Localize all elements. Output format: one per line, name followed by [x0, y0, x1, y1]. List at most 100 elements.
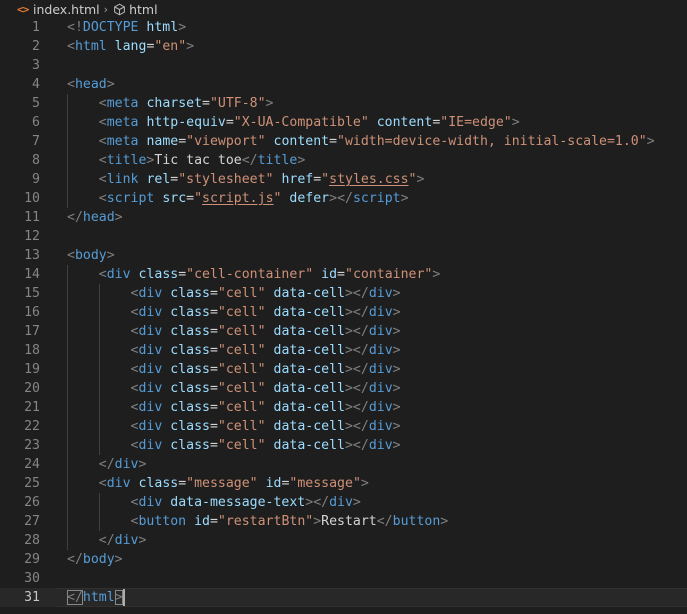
code-text[interactable]: <script src="script.js" defer></script> — [67, 189, 409, 208]
code-token: > — [114, 210, 123, 225]
code-text[interactable]: <meta charset="UTF-8"> — [67, 94, 274, 113]
code-text[interactable]: <div class="cell-container" id="containe… — [67, 265, 441, 284]
code-token: < — [67, 248, 75, 263]
code-line[interactable]: 15 <div class="cell" data-cell></div> — [0, 284, 687, 303]
code-line[interactable]: 7 <meta name="viewport" content="width=d… — [0, 132, 687, 151]
code-line[interactable]: 17 <div class="cell" data-cell></div> — [0, 322, 687, 341]
code-token: "cell" — [217, 400, 266, 415]
code-line[interactable]: 30 — [0, 569, 687, 588]
code-token: meta — [106, 134, 139, 149]
code-line[interactable]: 20 <div class="cell" data-cell></div> — [0, 379, 687, 398]
code-text[interactable]: </head> — [67, 208, 123, 227]
code-text[interactable]: <link rel="stylesheet" href="styles.css"… — [67, 170, 425, 189]
code-text[interactable]: <head> — [67, 75, 115, 94]
code-text[interactable]: <button id="restartBtn">Restart</button> — [67, 512, 449, 531]
code-text[interactable]: <html lang="en"> — [67, 37, 194, 56]
code-line[interactable]: 27 <button id="restartBtn">Restart</butt… — [0, 512, 687, 531]
code-line[interactable]: 23 <div class="cell" data-cell></div> — [0, 436, 687, 455]
code-text[interactable]: <title>Tic tac toe</title> — [67, 151, 306, 170]
code-line[interactable]: 2 <html lang="en"> — [0, 37, 687, 56]
code-text[interactable]: </div> — [67, 455, 147, 474]
line-number: 26 — [24, 495, 40, 510]
code-token: ></ — [344, 305, 369, 320]
breadcrumb: <> index.html › html — [0, 0, 158, 18]
code-line[interactable]: 10 <script src="script.js" defer></scrip… — [0, 189, 687, 208]
code-token: = — [209, 343, 218, 358]
code-line[interactable]: 5 <meta charset="UTF-8"> — [0, 94, 687, 113]
code-line[interactable]: 26 <div data-message-text></div> — [0, 493, 687, 512]
code-line[interactable]: 13 <body> — [0, 246, 687, 265]
code-text[interactable]: <meta http-equiv="X-UA-Compatible" conte… — [67, 113, 520, 132]
code-line[interactable]: 25 <div class="message" id="message"> — [0, 474, 687, 493]
code-token: "cell" — [217, 362, 266, 377]
code-line[interactable]: 9 <link rel="stylesheet" href="styles.cs… — [0, 170, 687, 189]
code-text[interactable]: <!DOCTYPE html> — [67, 18, 186, 37]
code-line[interactable]: 18 <div class="cell" data-cell></div> — [0, 341, 687, 360]
code-token: http-equiv — [146, 115, 226, 130]
code-token: < — [98, 153, 107, 168]
code-token: html — [82, 590, 115, 605]
code-text[interactable]: <div class="cell" data-cell></div> — [67, 417, 401, 436]
code-token: data-cell — [273, 324, 345, 339]
code-line[interactable]: 6 <meta http-equiv="X-UA-Compatible" con… — [0, 113, 687, 132]
code-token: = — [337, 267, 345, 282]
code-token: > — [360, 476, 369, 491]
code-token: div — [138, 438, 163, 453]
code-text[interactable]: <div class="cell" data-cell></div> — [67, 303, 401, 322]
code-line[interactable]: 4 <head> — [0, 75, 687, 94]
code-text[interactable]: <div class="message" id="message"> — [67, 474, 369, 493]
breadcrumb-node[interactable]: html — [129, 2, 157, 17]
code-token: ></ — [344, 400, 369, 415]
code-text[interactable]: </body> — [67, 550, 123, 569]
code-editor[interactable]: <> index.html › html 1 <!DOCTYPE html> 2 <h… — [0, 0, 687, 614]
code-text[interactable]: <div class="cell" data-cell></div> — [67, 398, 401, 417]
code-token: id — [265, 476, 282, 491]
code-line[interactable]: 14 <div class="cell-container" id="conta… — [0, 265, 687, 284]
code-token: </ — [241, 153, 258, 168]
code-text[interactable]: <div class="cell" data-cell></div> — [67, 436, 401, 455]
code-text[interactable]: <div data-message-text></div> — [67, 493, 361, 512]
code-text[interactable]: <meta name="viewport" content="width=dev… — [67, 132, 655, 151]
code-token: div — [368, 400, 393, 415]
code-line[interactable]: 24 </div> — [0, 455, 687, 474]
code-line[interactable]: 1 <!DOCTYPE html> — [0, 18, 687, 37]
code-token: < — [98, 267, 107, 282]
code-token: > — [138, 533, 147, 548]
code-line[interactable]: 19 <div class="cell" data-cell></div> — [0, 360, 687, 379]
code-line[interactable]: 16 <div class="cell" data-cell></div> — [0, 303, 687, 322]
breadcrumb-file[interactable]: index.html — [33, 2, 100, 17]
code-line[interactable]: 21 <div class="cell" data-cell></div> — [0, 398, 687, 417]
line-number: 23 — [24, 438, 40, 453]
code-text[interactable]: <div class="cell" data-cell></div> — [67, 322, 401, 341]
code-line[interactable]: 29 </body> — [0, 550, 687, 569]
code-line[interactable]: 3 — [0, 56, 687, 75]
code-token: data-cell — [273, 438, 345, 453]
code-text[interactable]: <div class="cell" data-cell></div> — [67, 360, 401, 379]
code-line[interactable]: 22 <div class="cell" data-cell></div> — [0, 417, 687, 436]
code-token: "cell" — [217, 381, 266, 396]
code-text[interactable]: </div> — [67, 531, 147, 550]
code-line[interactable]: 8 <title>Tic tac toe</title> — [0, 151, 687, 170]
code-line[interactable]: 11 </head> — [0, 208, 687, 227]
line-number: 7 — [32, 134, 40, 149]
line-number: 22 — [24, 419, 40, 434]
code-token: button — [138, 514, 187, 529]
code-line[interactable]: 31 </html> — [0, 588, 687, 607]
code-text[interactable]: </html> — [67, 588, 125, 607]
code-token: div — [138, 400, 163, 415]
code-text[interactable]: <div class="cell" data-cell></div> — [67, 379, 401, 398]
code-text[interactable]: <body> — [67, 246, 115, 265]
code-lines[interactable]: 1 <!DOCTYPE html> 2 <html lang="en"> 3 4 <head… — [0, 18, 687, 607]
code-line[interactable]: 28 </div> — [0, 531, 687, 550]
code-line[interactable]: 12 — [0, 227, 687, 246]
code-text[interactable]: <div class="cell" data-cell></div> — [67, 284, 401, 303]
code-token: "restartBtn" — [217, 514, 314, 529]
code-text[interactable]: <div class="cell" data-cell></div> — [67, 341, 401, 360]
